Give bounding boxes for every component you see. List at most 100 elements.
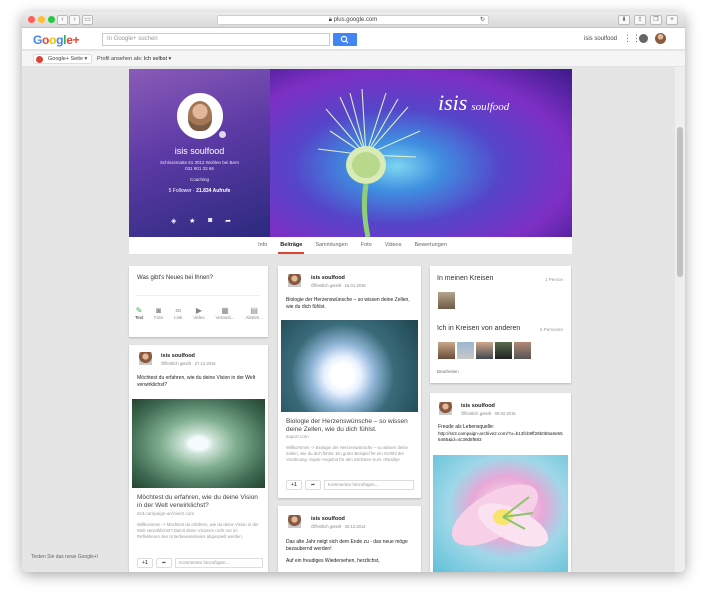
post-author[interactable]: isis soulfood [161,353,195,359]
star-icon[interactable]: ★ [189,217,195,225]
browser-toolbar: ‹ › ▭ 🔒︎ plus.google.com ↻ ⬇ ⇪ ❐ + [22,12,685,28]
address-bar[interactable]: 🔒︎ plus.google.com ↻ [217,15,489,25]
minimize-window-button[interactable] [38,16,45,23]
in-my-circles-title[interactable]: In meinen Kreisen [437,275,493,282]
post-link-source[interactable]: saport.com [286,434,309,439]
follower-avatar[interactable] [457,342,474,359]
compose-box: Was gibt's Neues bei Ihnen? ✎ Text ◙ Foto … [129,266,268,337]
post-author-avatar[interactable] [288,515,301,528]
follower-avatar[interactable] [514,342,531,359]
comment-input[interactable]: Kommentar hinzufügen... [175,558,263,568]
post-text: Biologie der Herzenswünsche – so wissen … [286,297,410,310]
tab-posts[interactable]: Beiträge [278,237,305,254]
compose-input[interactable]: Was gibt's Neues bei Ihnen? [137,275,260,296]
post-card: isis soulfood Öffentlich geteilt · 27.12… [129,345,268,572]
post-author[interactable]: isis soulfood [311,516,345,522]
lock-icon: 🔒︎ [328,17,332,23]
post-link[interactable]: http://ss3.campaign-archive2.com/?u=b13f… [438,431,564,443]
calendar-icon: ▦ [221,306,229,315]
compose-tool-label: Text [135,315,144,320]
share-button[interactable]: ➦ [305,480,321,490]
compose-tool-label: Abstim... [245,315,263,320]
post-actions: +1 ➦ Kommentar hinzufügen... [286,480,414,492]
compose-video-button[interactable]: ▶ Video [193,306,204,320]
circle-member-avatar[interactable] [438,292,455,309]
share-button[interactable]: ➦ [156,558,172,568]
google-plus-logo[interactable]: Google+ [33,33,80,47]
profile-avatar[interactable] [177,93,223,139]
post-text: Das alte Jahr neigt sich dem Ende zu - d… [286,539,408,552]
post-link-headline[interactable]: Möchtest du erfahren, wie du deine Visio… [137,494,261,510]
comment-input[interactable]: Kommentar hinzufügen... [324,480,414,490]
post-author-avatar[interactable] [288,274,301,287]
tab-photos[interactable]: Foto [359,237,374,254]
post-text: Möchtest du erfahren, wie du deine Visio… [137,375,256,388]
maximize-window-button[interactable] [48,16,55,23]
search-input[interactable]: In Google+ suchen [102,33,330,46]
scrollbar[interactable] [675,67,685,572]
post-author-avatar[interactable] [139,352,152,365]
close-window-button[interactable] [28,16,35,23]
download-icon[interactable]: ⬇ [618,15,630,25]
post-meta: Öffentlich geteilt · 16.01.2016 [311,283,366,288]
directions-icon[interactable]: ◈ [171,217,176,225]
tab-videos[interactable]: Videos [383,237,404,254]
compose-link-button[interactable]: ∞ Link [174,306,182,320]
edit-circles-link[interactable]: Bearbeiten [437,369,459,374]
compose-poll-button[interactable]: ▤ Abstim... [245,306,263,320]
page-switcher[interactable]: Google+ Seite ▾ [33,54,92,64]
follower-avatar[interactable] [438,342,455,359]
post-meta: Öffentlich geteilt · 27.12.2015 [161,361,216,366]
forward-button[interactable]: › [69,15,80,25]
try-new-google-plus-link[interactable]: Testen Sie das neue Google+! [31,554,98,560]
post-author[interactable]: isis soulfood [461,403,495,409]
scrollbar-thumb[interactable] [677,127,683,277]
account-avatar[interactable] [655,33,666,44]
follower-avatar[interactable] [495,342,512,359]
post-author-avatar[interactable] [439,402,452,415]
back-button[interactable]: ‹ [57,15,68,25]
user-name[interactable]: isis soulfood [584,36,617,42]
reload-icon[interactable]: ↻ [480,16,485,24]
sidebar-toggle-icon[interactable]: ▭ [82,15,93,25]
brand-logo-mark: isis [438,90,468,115]
camera-icon: ◙ [156,306,162,315]
camera-icon[interactable]: ◙ [208,217,212,225]
post-link-source[interactable]: ss3.campaign-archive2.com [137,511,194,516]
profile-subbar: Google+ Seite ▾ Profil ansehen als: Ich … [22,51,685,67]
post-image[interactable] [132,399,265,488]
share-icon[interactable]: ➦ [225,217,231,225]
follower-count[interactable]: 5 Follower [169,188,192,194]
profile-address: Schlossmatte 61 3012 Wohlen bei Bern [160,160,239,165]
tab-reviews[interactable]: Bewertungen [412,237,448,254]
tabs-icon[interactable]: ❐ [650,15,662,25]
flower-image [317,88,421,237]
brand-logo: isis soulfood [438,90,509,116]
post-link-headline[interactable]: Biologie der Herzenswünsche – so wissen … [286,418,414,434]
profile-category: Coaching [189,177,209,182]
post-link-description: Willkommen -> Biologie der Herzenswünsch… [286,445,408,462]
post-image[interactable] [433,455,568,572]
post-image[interactable] [281,320,418,412]
compose-photo-button[interactable]: ◙ Foto [154,306,163,320]
notifications-icon[interactable] [639,34,648,43]
post-actions: +1 ➦ Kommentar hinzufügen... [137,558,263,570]
in-others-circles-title[interactable]: Ich in Kreisen von anderen [437,325,520,332]
view-as-label: Profil ansehen als: [97,56,143,62]
compose-event-button[interactable]: ▦ Veranst... [216,306,235,320]
view-as-selector[interactable]: Profil ansehen als: Ich selbst ▾ [97,56,171,62]
compose-text-button[interactable]: ✎ Text [135,306,143,320]
flower-image [452,484,549,547]
follower-avatar[interactable] [476,342,493,359]
new-tab-icon[interactable]: + [666,15,678,25]
profile-name: isis soulfood [174,146,225,156]
post-author[interactable]: isis soulfood [311,275,345,281]
search-button[interactable] [333,33,357,46]
tab-collections[interactable]: Sammlungen [313,237,349,254]
plus-one-button[interactable]: +1 [137,558,153,568]
tab-info[interactable]: Info [256,237,269,254]
plus-one-button[interactable]: +1 [286,480,302,490]
share-icon[interactable]: ⇪ [634,15,646,25]
page-switcher-label: Google+ Seite [48,56,84,62]
compose-tool-label: Link [174,315,183,320]
